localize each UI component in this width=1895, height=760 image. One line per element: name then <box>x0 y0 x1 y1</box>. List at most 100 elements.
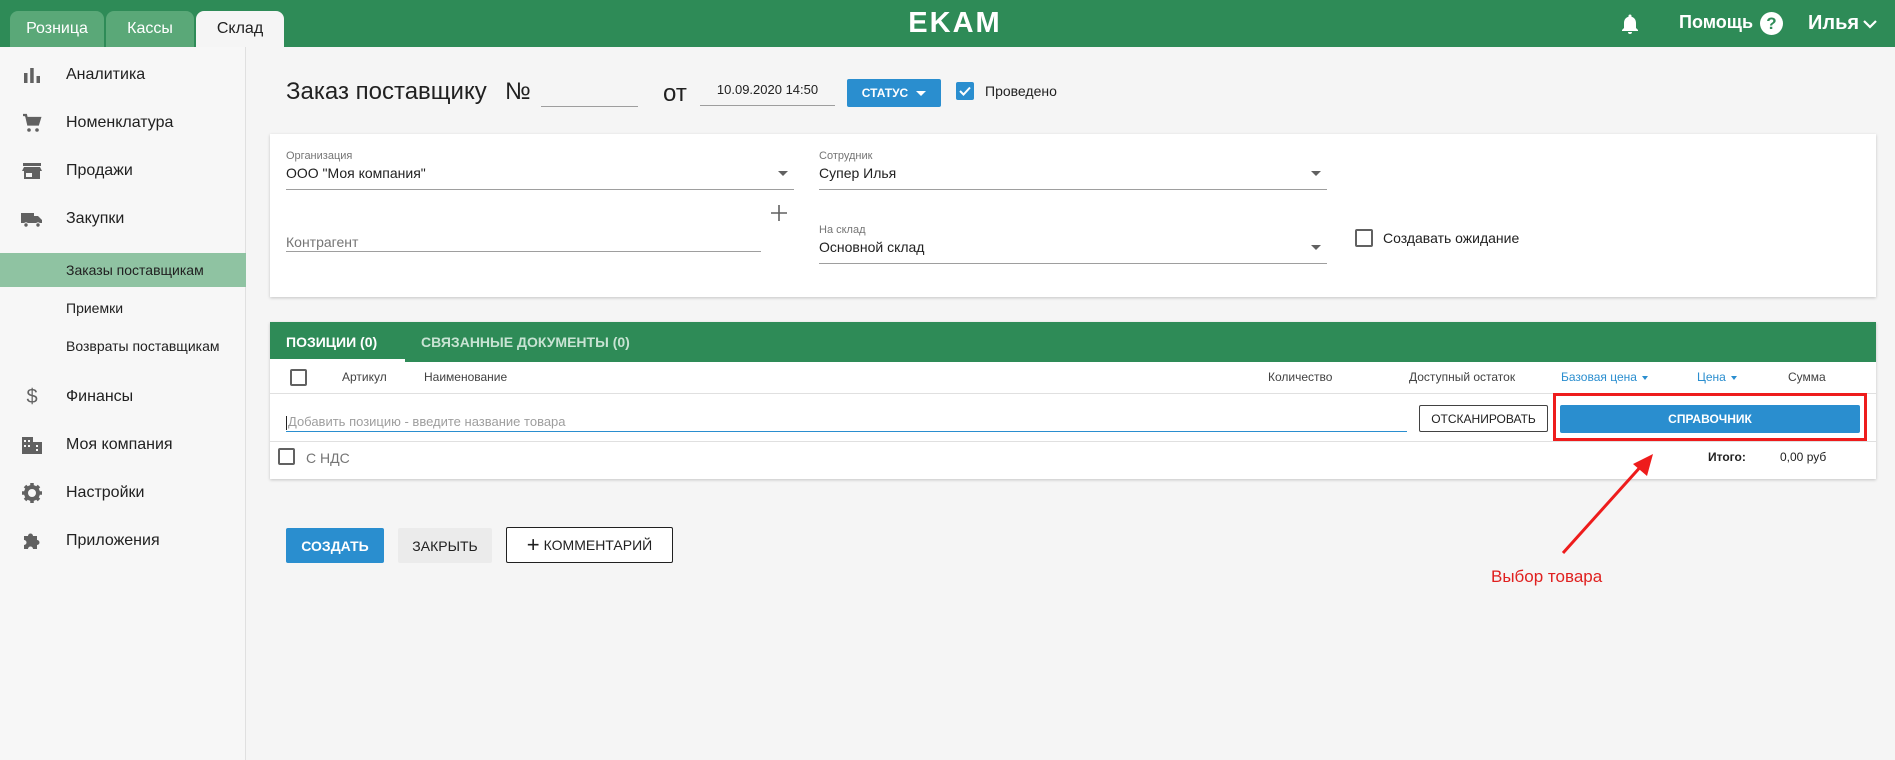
add-position-input[interactable]: Добавить позицию - введите название това… <box>286 412 1407 432</box>
sidebar-item-apps[interactable]: Приложения <box>0 521 246 561</box>
sidebar-subitem-supplier-orders[interactable]: Заказы поставщикам <box>0 253 246 287</box>
sidebar-item-analytics[interactable]: Аналитика <box>0 55 246 95</box>
posted-checkbox[interactable] <box>956 82 974 100</box>
create-wait-label: Создавать ожидание <box>1383 230 1520 246</box>
sidebar-item-label: Настройки <box>66 484 145 501</box>
status-button-label: СТАТУС <box>861 86 909 100</box>
divider <box>270 441 1876 442</box>
warehouse-select[interactable]: На склад Основной склад <box>819 224 1327 264</box>
plus-icon: + <box>526 532 540 557</box>
date-input[interactable]: 10.09.2020 14:50 <box>700 80 835 106</box>
sidebar-item-label: Заказы поставщикам <box>66 262 204 278</box>
total-value: 0,00 руб <box>1780 450 1827 464</box>
annotation-label: Выбор товара <box>1491 567 1603 586</box>
organization-label: Организация <box>286 150 353 162</box>
sidebar-item-label: Моя компания <box>66 436 173 453</box>
sidebar-item-nomenclature[interactable]: Номенклатура <box>0 103 246 143</box>
warehouse-label: На склад <box>819 224 866 236</box>
dollar-icon: $ <box>26 385 38 408</box>
annotation-arrow-icon <box>1561 454 1653 555</box>
sidebar-item-sales[interactable]: Продажи <box>0 151 246 191</box>
posted-label: Проведено <box>985 83 1057 99</box>
column-header-name[interactable]: Наименование <box>424 370 507 384</box>
page-title: Заказ поставщику <box>286 78 487 105</box>
organization-value: ООО "Моя компания" <box>286 165 426 181</box>
store-icon <box>22 163 42 179</box>
order-number-input[interactable] <box>541 80 638 107</box>
positions-tabs: ПОЗИЦИИ (0) СВЯЗАННЫЕ ДОКУМЕНТЫ (0) <box>270 322 1876 362</box>
sidebar-item-settings[interactable]: Настройки <box>0 473 246 513</box>
sort-caret-icon <box>1641 375 1648 380</box>
add-position-placeholder: Добавить позицию - введите название това… <box>288 414 566 429</box>
counterparty-placeholder: Контрагент <box>286 234 359 250</box>
select-all-checkbox[interactable] <box>290 369 307 386</box>
column-header-label: Базовая цена <box>1561 370 1637 384</box>
counterparty-input[interactable]: Контрагент <box>286 212 761 252</box>
ekam-logo[interactable]: EKAM <box>903 6 1007 40</box>
field-underline <box>286 189 794 190</box>
tab-retail[interactable]: Розница <box>10 11 104 47</box>
number-label: № <box>505 78 531 105</box>
caret-down-icon <box>1311 245 1321 250</box>
help-icon[interactable]: ? <box>1760 12 1783 35</box>
add-comment-button[interactable]: + КОММЕНТАРИЙ <box>506 527 673 563</box>
sidebar-item-label: Номенклатура <box>66 114 174 131</box>
sidebar-item-label: Продажи <box>66 162 133 179</box>
column-header-price[interactable]: Цена <box>1697 370 1737 384</box>
add-counterparty-icon[interactable] <box>768 202 790 224</box>
scan-button[interactable]: ОТСКАНИРОВАТЬ <box>1419 405 1548 432</box>
tab-positions[interactable]: ПОЗИЦИИ (0) <box>286 322 377 362</box>
total-label: Итого: <box>1708 450 1746 464</box>
order-details-card: Организация ООО "Моя компания" Сотрудник… <box>270 134 1876 297</box>
cart-icon <box>23 113 42 132</box>
gear-icon <box>22 483 42 503</box>
chevron-down-icon[interactable] <box>1862 16 1878 32</box>
active-tab-indicator <box>270 359 405 362</box>
column-header-article[interactable]: Артикул <box>342 370 387 384</box>
sidebar-item-label: Закупки <box>66 210 125 227</box>
close-button[interactable]: ЗАКРЫТЬ <box>398 528 492 563</box>
tab-warehouse[interactable]: Склад <box>196 11 284 47</box>
sidebar-item-my-company[interactable]: Моя компания <box>0 425 246 465</box>
user-menu[interactable]: Илья <box>1808 12 1859 35</box>
sidebar-item-label: Аналитика <box>66 66 146 83</box>
employee-label: Сотрудник <box>819 150 873 162</box>
caret-down-icon <box>916 90 927 96</box>
column-header-sum: Сумма <box>1788 370 1826 384</box>
sidebar-item-label: Приложения <box>66 532 160 549</box>
sidebar-item-finance[interactable]: $ Финансы <box>0 377 246 417</box>
create-button[interactable]: СОЗДАТЬ <box>286 528 384 563</box>
caret-down-icon <box>778 171 788 176</box>
bar-chart-icon <box>24 68 40 83</box>
comment-button-label: КОММЕНТАРИЙ <box>543 537 653 553</box>
vat-label: С НДС <box>306 450 350 466</box>
tab-linked-documents[interactable]: СВЯЗАННЫЕ ДОКУМЕНТЫ (0) <box>421 322 630 362</box>
warehouse-value: Основной склад <box>819 239 925 255</box>
checkmark-icon <box>959 86 971 96</box>
help-link[interactable]: Помощь <box>1679 12 1753 33</box>
top-bar: Розница Кассы Склад EKAM Помощь ? Илья <box>0 0 1895 47</box>
sidebar-item-label: Возвраты поставщикам <box>66 338 220 354</box>
column-header-base-price[interactable]: Базовая цена <box>1561 370 1648 384</box>
sidebar-item-purchases[interactable]: Закупки <box>0 199 246 239</box>
puzzle-icon <box>24 533 40 549</box>
sidebar-item-label: Финансы <box>66 388 134 405</box>
create-wait-checkbox[interactable] <box>1355 229 1373 247</box>
status-button[interactable]: СТАТУС <box>847 79 941 107</box>
column-header-label: Цена <box>1697 370 1726 384</box>
field-underline <box>819 263 1327 264</box>
column-header-available[interactable]: Доступный остаток <box>1409 370 1515 384</box>
organization-select[interactable]: Организация ООО "Моя компания" <box>286 150 794 190</box>
employee-select[interactable]: Сотрудник Супер Илья <box>819 150 1327 190</box>
bell-icon[interactable] <box>1618 12 1642 36</box>
column-header-quantity[interactable]: Количество <box>1268 370 1332 384</box>
vat-checkbox[interactable] <box>278 448 295 465</box>
text-cursor <box>286 415 287 430</box>
employee-value: Супер Илья <box>819 165 897 181</box>
tab-cash-registers[interactable]: Кассы <box>106 11 194 47</box>
sidebar-subitem-receipts[interactable]: Приемки <box>0 291 246 325</box>
caret-down-icon <box>1311 171 1321 176</box>
building-icon <box>22 437 42 454</box>
field-underline <box>819 189 1327 190</box>
sidebar-subitem-supplier-returns[interactable]: Возвраты поставщикам <box>0 329 246 363</box>
